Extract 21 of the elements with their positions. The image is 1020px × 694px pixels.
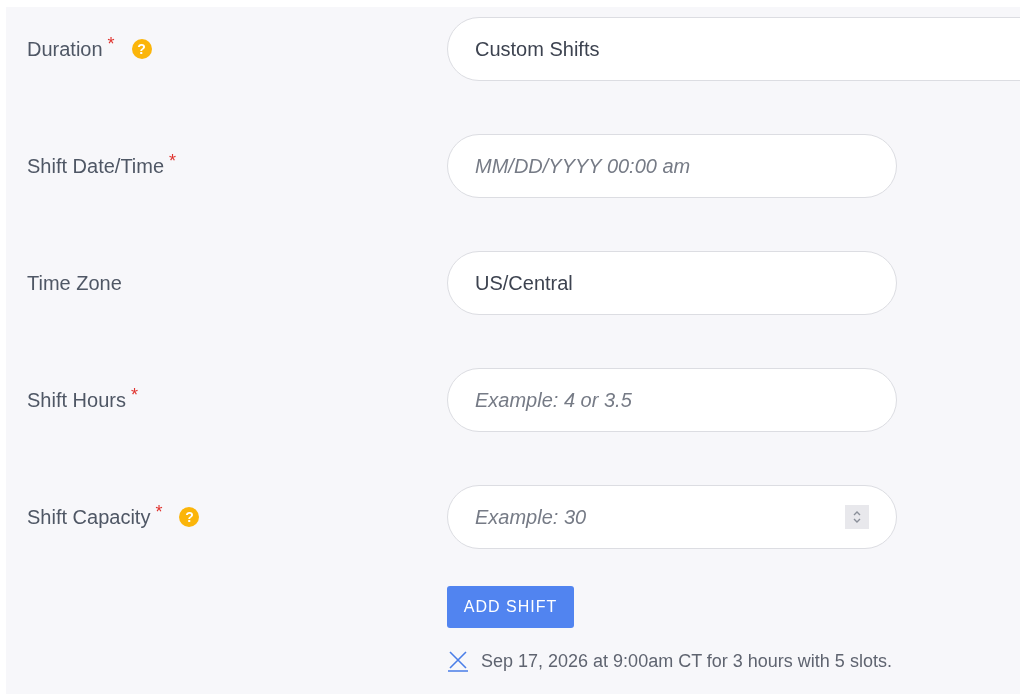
required-mark: *	[130, 388, 138, 402]
field-label: Duration	[27, 37, 103, 61]
number-field[interactable]: Example: 30	[447, 485, 897, 549]
input-field[interactable]: Example: 4 or 3.5	[447, 368, 897, 432]
add-shift-button[interactable]: ADD SHIFT	[447, 586, 574, 628]
spinner-icon[interactable]	[845, 505, 869, 529]
input-field[interactable]: US/Central	[447, 251, 897, 315]
field-label: Shift Capacity	[27, 505, 151, 529]
required-mark: *	[107, 37, 115, 51]
required-mark: *	[155, 505, 163, 519]
field-label: Shift Hours	[27, 388, 126, 412]
shift-summary: Sep 17, 2026 at 9:00am CT for 3 hours with 5 slots.	[481, 650, 892, 672]
help-icon[interactable]: ?	[179, 507, 200, 527]
duration-select[interactable]: Custom Shifts	[447, 17, 1020, 81]
help-icon[interactable]: ?	[131, 39, 152, 59]
field-label: Time Zone	[27, 271, 122, 295]
input-field[interactable]: MM/DD/YYYY 00:00 am	[447, 134, 897, 198]
remove-icon[interactable]	[447, 650, 469, 672]
field-label: Shift Date/Time	[27, 154, 165, 178]
required-mark: *	[169, 154, 177, 168]
number-input[interactable]: Example: 30	[475, 505, 845, 529]
